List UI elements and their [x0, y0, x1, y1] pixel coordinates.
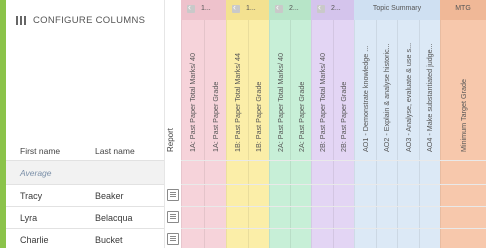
column-header-label: 2A: Past Paper Grade [296, 81, 306, 152]
average-label: Average [20, 168, 52, 178]
column-group-header[interactable]: 2... [311, 0, 354, 20]
column-header-label: 2B: Past Paper Grade [339, 81, 349, 152]
column-header-label: Minimum Target Grade [459, 79, 468, 152]
column-group-header[interactable]: 1... [181, 0, 226, 20]
column-group-label: 2... [289, 5, 299, 12]
column-header-label: 1B: Past Paper Total Marks/ 44 [232, 53, 242, 152]
student-last-name: Beaker [95, 191, 124, 201]
column-group-header[interactable]: Topic Summary [354, 0, 440, 20]
collapse-group-icon[interactable] [275, 2, 283, 13]
columns-icon [16, 16, 26, 25]
column-group-label: 1... [201, 5, 211, 12]
report-header-label: Report [166, 127, 175, 152]
row-divider [181, 160, 486, 161]
column-header-label: AO3 - Analyse, evaluate & use s... [403, 42, 413, 152]
row-divider [181, 228, 486, 229]
collapse-group-icon[interactable] [232, 2, 240, 13]
average-row: Average [6, 160, 164, 185]
column-header-label: 1B: Past Paper Grade [254, 81, 264, 152]
column-group-label: 2... [331, 5, 341, 12]
student-row[interactable]: Lyra Belacqua [6, 206, 164, 229]
column-header-label: 2B: Past Paper Total Marks/ 40 [317, 53, 327, 152]
last-name-header[interactable]: Last name [95, 146, 135, 156]
student-first-name: Charlie [20, 235, 49, 245]
row-divider [181, 206, 486, 207]
column-header-label: AO4 - Make substantiated judge... [425, 43, 435, 152]
student-first-name: Tracy [20, 191, 43, 201]
column-header-label: AO2 - Explain & analyse historic... [382, 43, 392, 152]
column-header-label: 1A: Past Paper Grade [210, 81, 220, 152]
student-row[interactable]: Tracy Beaker [6, 184, 164, 207]
report-icon[interactable] [167, 233, 179, 245]
student-last-name: Belacqua [95, 213, 133, 223]
column-group-label: Topic Summary [372, 5, 422, 12]
report-icon[interactable] [167, 211, 179, 223]
column-header-label: 1A: Past Paper Total Marks/ 40 [188, 53, 198, 152]
collapse-group-icon[interactable] [317, 2, 325, 13]
report-icon[interactable] [167, 189, 179, 201]
column-group-header[interactable]: 1... [226, 0, 269, 20]
student-last-name: Bucket [95, 235, 123, 245]
row-divider [181, 184, 486, 185]
configure-columns-label: CONFIGURE COLUMNS [33, 15, 146, 26]
column-group-label: MTG [455, 5, 471, 12]
column-group-header[interactable]: MTG [440, 0, 486, 20]
report-header: Report [164, 124, 181, 154]
column-group-label: 1... [246, 5, 256, 12]
configure-columns-button[interactable]: CONFIGURE COLUMNS [16, 15, 145, 26]
student-first-name: Lyra [20, 213, 38, 223]
first-name-header[interactable]: First name [20, 146, 60, 156]
column-header-label: 2A: Past Paper Total Marks/ 40 [275, 53, 285, 152]
column-group-header[interactable]: 2... [269, 0, 311, 20]
collapse-group-icon[interactable] [187, 2, 195, 13]
column-header-label: AO1 - Demonstrate knowledge ... [360, 45, 370, 152]
